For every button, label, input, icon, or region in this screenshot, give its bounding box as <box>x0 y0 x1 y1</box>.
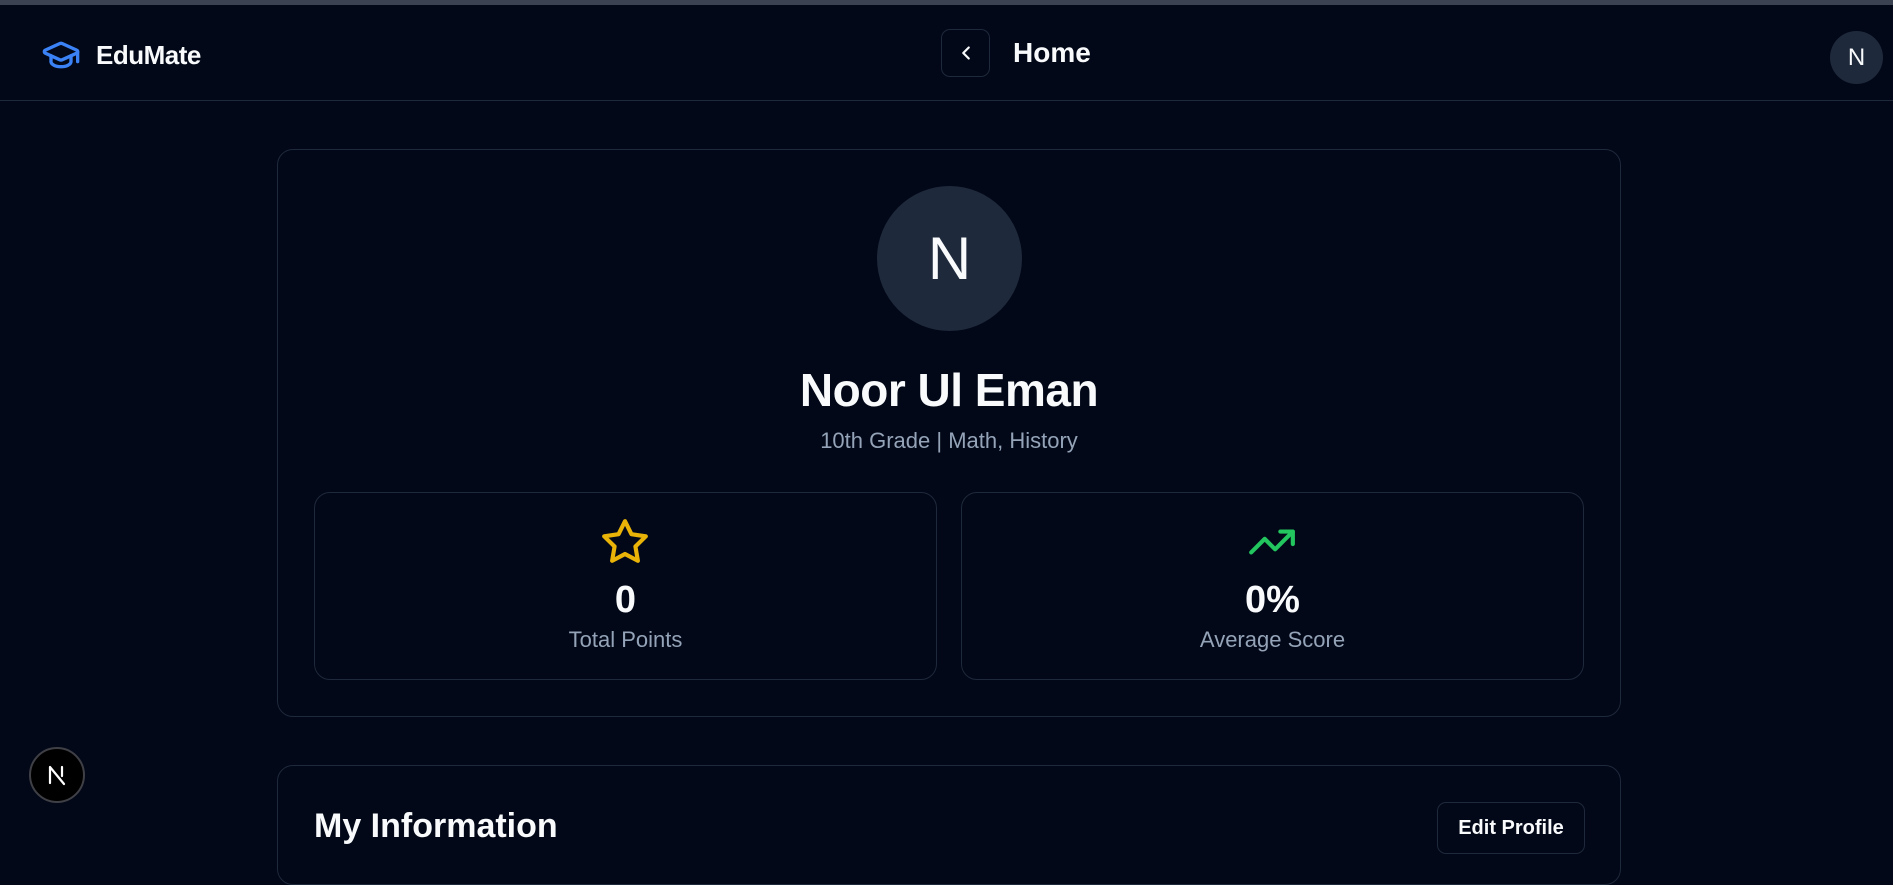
stat-value: 0 <box>614 579 637 621</box>
app-name: EduMate <box>96 39 201 70</box>
graduation-cap-icon <box>42 41 80 69</box>
trending-up-icon <box>1249 529 1295 555</box>
star-icon <box>602 519 648 563</box>
stat-value: 0% <box>1245 579 1300 621</box>
page-title: Home <box>1013 37 1091 68</box>
brand[interactable]: EduMate <box>38 35 201 75</box>
chevron-left-icon <box>961 46 970 60</box>
profile-name: Noor Ul Eman <box>799 364 1099 416</box>
section-title: My Information <box>314 807 558 845</box>
top-navbar: EduMate Home N <box>0 5 1893 101</box>
next-dev-indicator[interactable] <box>29 747 85 803</box>
user-avatar-button[interactable]: N <box>1830 31 1883 84</box>
stat-label: Total Points <box>568 627 683 652</box>
my-information-card: My Information Edit Profile <box>277 765 1621 885</box>
next-logo-icon <box>48 765 66 786</box>
profile-avatar: N <box>877 186 1022 331</box>
profile-subtitle: 10th Grade | Math, History <box>820 428 1078 453</box>
back-button[interactable] <box>941 29 990 77</box>
stat-label: Average Score <box>1199 627 1346 652</box>
edit-profile-button[interactable]: Edit Profile <box>1437 802 1585 854</box>
profile-card: N Noor Ul Eman 10th Grade | Math, Histor… <box>277 149 1621 717</box>
stat-card-average-score: 0% Average Score <box>961 492 1584 680</box>
stat-card-total-points: 0 Total Points <box>314 492 937 680</box>
